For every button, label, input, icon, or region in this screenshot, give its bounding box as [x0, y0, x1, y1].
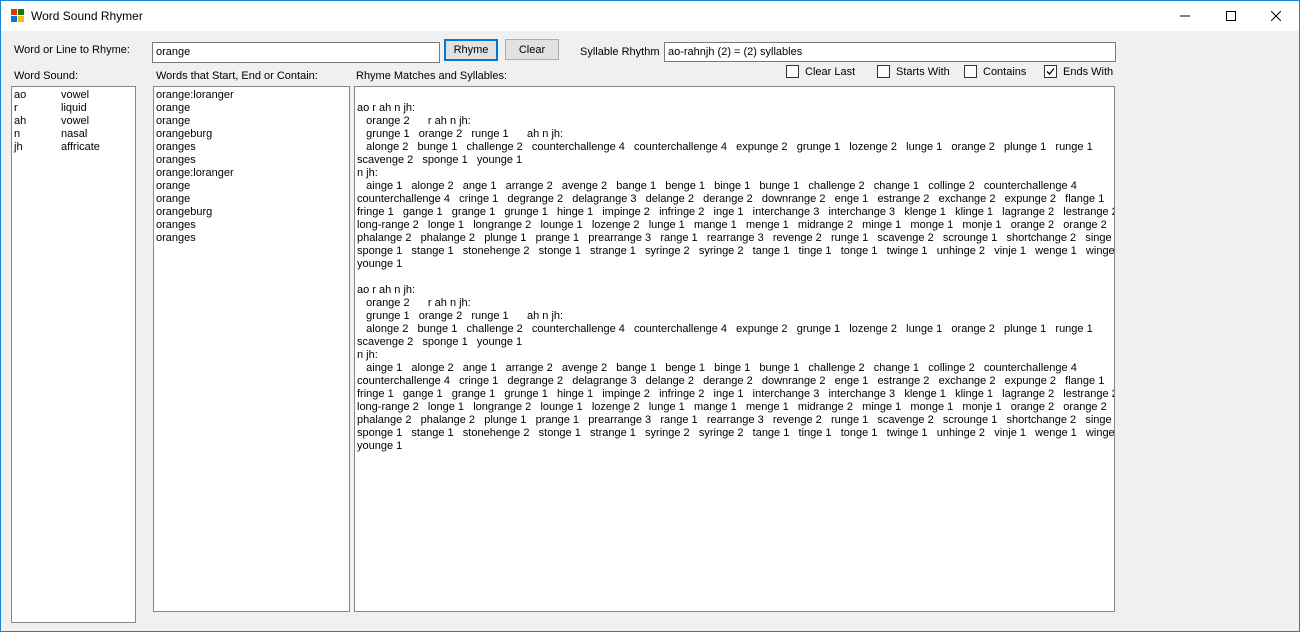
rhyme-line: long-range 2 longe 1 longrange 2 lounge … — [357, 401, 1107, 413]
minimize-button[interactable] — [1162, 1, 1208, 31]
rhyme-line — [357, 89, 1112, 102]
rhyme-line: ainge 1 alonge 2 ange 1 arrange 2 avenge… — [357, 362, 1077, 374]
checkbox-box[interactable] — [964, 65, 977, 78]
clear-last-checkbox[interactable]: Clear Last — [786, 65, 855, 78]
syllable-rhythm-field[interactable]: ao-rahnjh (2) = (2) syllables — [664, 42, 1116, 62]
checkbox-label: Ends With — [1063, 65, 1114, 78]
close-icon — [1271, 11, 1281, 21]
checkbox-label: Clear Last — [805, 65, 856, 78]
window-title: Word Sound Rhymer — [31, 9, 143, 23]
list-item[interactable]: orangeburg — [156, 128, 349, 141]
rhyme-line: phalange 2 phalange 2 plunge 1 prange 1 … — [357, 414, 1115, 426]
list-item[interactable]: jh affricate — [12, 141, 135, 154]
rhyme-line: grunge 1 orange 2 runge 1 ah n jh: — [357, 128, 564, 140]
list-item[interactable]: ao vowel — [12, 89, 135, 102]
ends-with-checkbox[interactable]: Ends With — [1044, 65, 1113, 78]
list-item[interactable]: orange:loranger — [156, 167, 349, 180]
words-contain-label: Words that Start, End or Contain: — [156, 70, 318, 82]
app-window: Word Sound Rhymer Word or Line to Rhyme:… — [0, 0, 1300, 632]
checkbox-box[interactable] — [877, 65, 890, 78]
minimize-icon — [1180, 15, 1190, 17]
app-icon — [11, 9, 24, 22]
clear-button[interactable]: Clear — [505, 39, 559, 60]
checkbox-box[interactable] — [1044, 65, 1057, 78]
list-item[interactable]: orange — [156, 102, 349, 115]
rhyme-button[interactable]: Rhyme — [444, 39, 498, 61]
list-item[interactable]: n nasal — [12, 128, 135, 141]
rhyme-line: fringe 1 gange 1 grange 1 grunge 1 hinge… — [357, 206, 1115, 218]
list-item[interactable]: r liquid — [12, 102, 135, 115]
rhyme-line: fringe 1 gange 1 grange 1 grunge 1 hinge… — [357, 388, 1115, 400]
checkbox-box[interactable] — [786, 65, 799, 78]
rhyme-line: scavenge 2 sponge 1 younge 1 — [357, 336, 523, 348]
rhyme-line: n jh: — [357, 349, 378, 361]
rhyme-line: sponge 1 stange 1 stonehenge 2 stonge 1 … — [357, 427, 1115, 439]
contains-checkbox[interactable]: Contains — [964, 65, 1026, 78]
rhyme-line: sponge 1 stange 1 stonehenge 2 stonge 1 … — [357, 245, 1115, 257]
rhyme-line: scavenge 2 sponge 1 younge 1 — [357, 154, 523, 166]
rhyme-line: younge 1 — [357, 258, 403, 270]
list-item[interactable]: oranges — [156, 232, 349, 245]
word-sound-list[interactable]: ao vowel r liquid ah vowel n nasal jh affrica… — [11, 86, 136, 623]
rhyme-line: alonge 2 bunge 1 challenge 2 counterchal… — [357, 323, 1093, 335]
list-item[interactable]: orangeburg — [156, 206, 349, 219]
rhyme-line: ao r ah n jh: — [357, 284, 416, 296]
rhyme-line: ainge 1 alonge 2 ange 1 arrange 2 avenge… — [357, 180, 1077, 192]
rhyme-line: younge 1 — [357, 440, 403, 452]
checkbox-label: Contains — [983, 65, 1027, 78]
rhyme-line: counterchallenge 4 cringe 1 degrange 2 d… — [357, 193, 1105, 205]
word-or-line-label: Word or Line to Rhyme: — [14, 44, 130, 56]
list-item[interactable]: oranges — [156, 154, 349, 167]
starts-with-checkbox[interactable]: Starts With — [877, 65, 950, 78]
rhyme-line: phalange 2 phalange 2 plunge 1 prange 1 … — [357, 232, 1115, 244]
checkbox-label: Starts With — [896, 65, 950, 78]
list-item[interactable]: orange:loranger — [156, 89, 349, 102]
list-item[interactable]: orange — [156, 115, 349, 128]
rhyme-line: ao r ah n jh: — [357, 102, 416, 114]
rhyme-line: orange 2 r ah n jh: — [357, 115, 471, 127]
rhyme-line: n jh: — [357, 167, 378, 179]
syllable-rhythm-label: Syllable Rhythm — [580, 46, 660, 58]
maximize-button[interactable] — [1208, 1, 1254, 31]
rhyme-line: counterchallenge 4 cringe 1 degrange 2 d… — [357, 375, 1105, 387]
list-item[interactable]: orange — [156, 193, 349, 206]
list-item[interactable]: ah vowel — [12, 115, 135, 128]
rhyme-line — [357, 271, 1112, 284]
maximize-icon — [1226, 11, 1236, 21]
rhyme-matches-textbox[interactable]: ao r ah n jh: orange 2 r ah n jh: grunge… — [354, 86, 1115, 612]
close-button[interactable] — [1253, 1, 1299, 31]
title-bar[interactable]: Word Sound Rhymer — [1, 1, 1299, 31]
word-input[interactable]: orange — [152, 42, 440, 63]
word-sound-label: Word Sound: — [14, 70, 79, 82]
rhyme-line: orange 2 r ah n jh: — [357, 297, 471, 309]
list-item[interactable]: oranges — [156, 141, 349, 154]
words-list[interactable]: orange:loranger orange orange orangeburg… — [153, 86, 350, 612]
rhyme-line: long-range 2 longe 1 longrange 2 lounge … — [357, 219, 1107, 231]
rhyme-matches-label: Rhyme Matches and Syllables: — [356, 70, 508, 82]
list-item[interactable]: oranges — [156, 219, 349, 232]
list-item[interactable]: orange — [156, 180, 349, 193]
rhyme-line: grunge 1 orange 2 runge 1 ah n jh: — [357, 310, 564, 322]
rhyme-line: alonge 2 bunge 1 challenge 2 counterchal… — [357, 141, 1093, 153]
checkmark-icon — [1046, 68, 1055, 75]
